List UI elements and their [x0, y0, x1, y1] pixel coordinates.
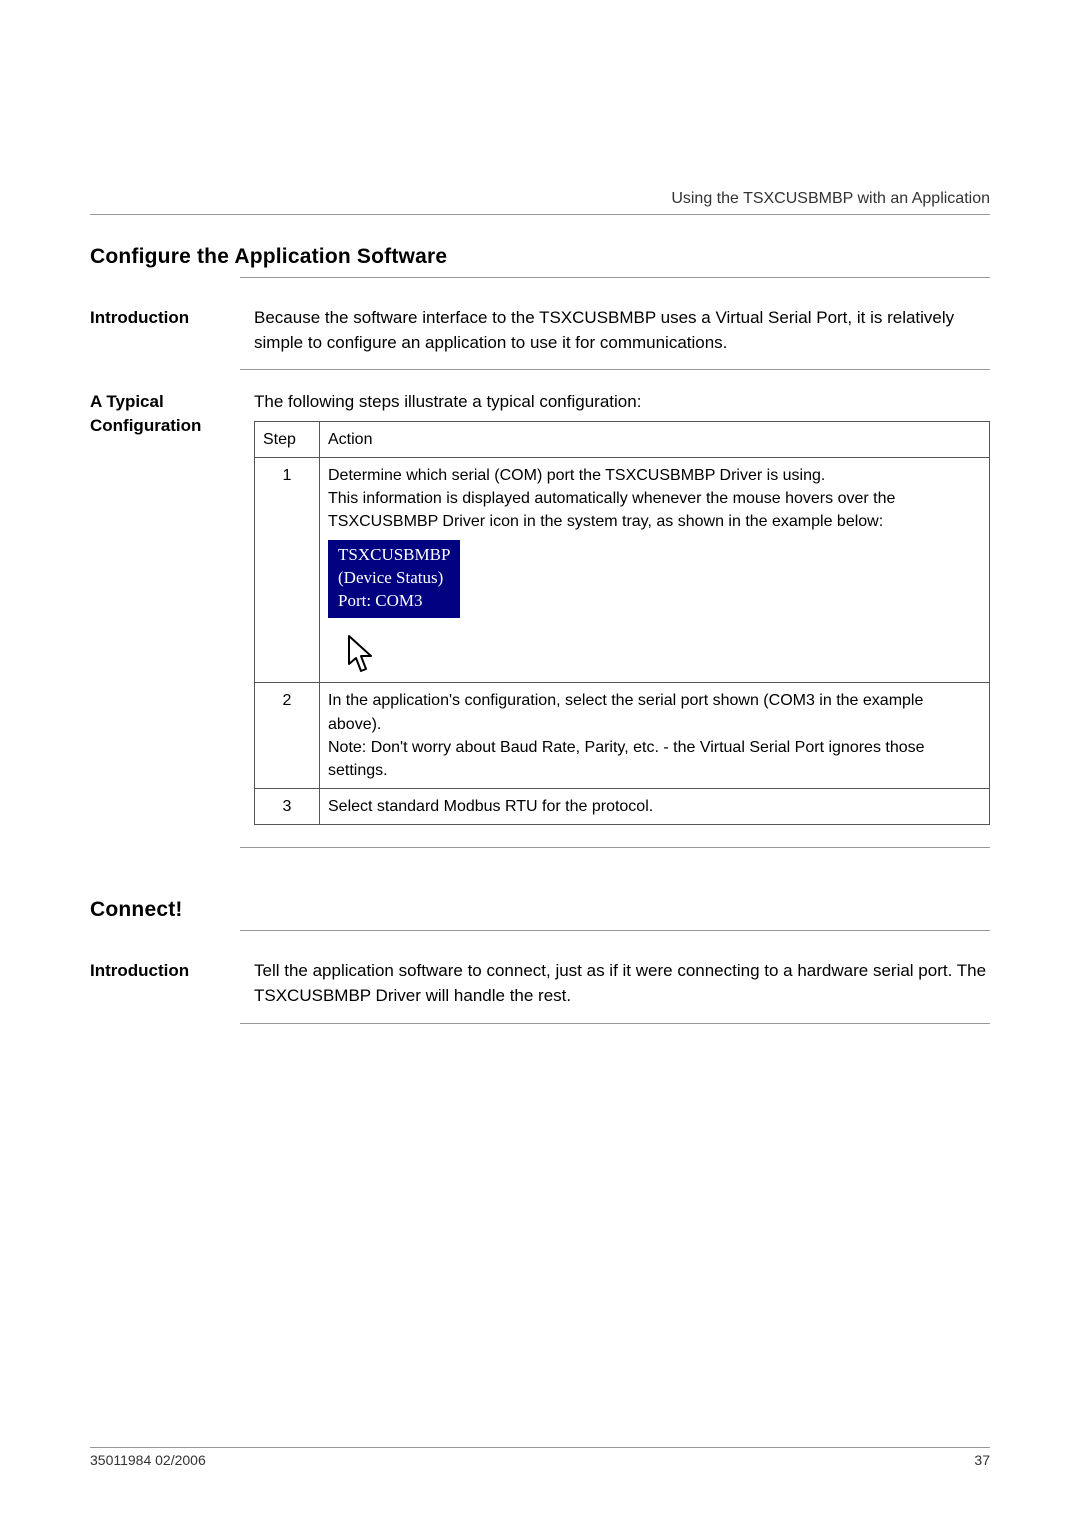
step-action: Determine which serial (COM) port the TS… [320, 458, 990, 683]
running-header: Using the TSXCUSBMBP with an Application [90, 190, 990, 208]
footer-rule [90, 1447, 990, 1448]
tooltip-box: TSXCUSBMBP (Device Status) Port: COM3 [328, 540, 460, 619]
col-action: Action [320, 421, 990, 457]
tooltip-l3: Port: COM3 [338, 590, 450, 613]
step1-line2: This information is displayed automatica… [328, 487, 981, 533]
footer-row: 35011984 02/2006 37 [90, 1452, 990, 1468]
rule-wrap [240, 1023, 990, 1024]
section1-indent [240, 277, 990, 278]
cursor-icon [346, 634, 380, 676]
rule-wrap [240, 930, 990, 931]
rule [240, 930, 990, 931]
rule [240, 1023, 990, 1024]
section1-intro-row: Introduction Because the software interf… [90, 306, 990, 355]
step-action: Select standard Modbus RTU for the proto… [320, 789, 990, 825]
steps-table: Step Action 1 Determine which serial (CO… [254, 421, 990, 826]
step2-line2: Note: Don't worry about Baud Rate, Parit… [328, 736, 981, 782]
rule [240, 369, 990, 370]
step-action: In the application's configuration, sele… [320, 683, 990, 789]
section2-intro-row: Introduction Tell the application softwa… [90, 959, 990, 1008]
table-row: 2 In the application's configuration, se… [255, 683, 990, 789]
table-header-row: Step Action [255, 421, 990, 457]
step1-line1: Determine which serial (COM) port the TS… [328, 464, 981, 487]
page: Using the TSXCUSBMBP with an Application… [0, 0, 1080, 1528]
config-body: The following steps illustrate a typical… [254, 390, 990, 825]
doc-id: 35011984 02/2006 [90, 1452, 206, 1468]
page-number: 37 [974, 1452, 990, 1468]
rule [240, 277, 990, 278]
intro-text: Because the software interface to the TS… [254, 306, 990, 355]
tooltip-l1: TSXCUSBMBP [338, 544, 450, 567]
table-row: 1 Determine which serial (COM) port the … [255, 458, 990, 683]
section1-title: Configure the Application Software [90, 245, 990, 269]
section1-config-row: A Typical Configuration The following st… [90, 390, 990, 825]
header-rule [90, 214, 990, 215]
step-num: 2 [255, 683, 320, 789]
rule-wrap [240, 847, 990, 848]
table-row: 3 Select standard Modbus RTU for the pro… [255, 789, 990, 825]
rule-wrap [240, 369, 990, 370]
config-label: A Typical Configuration [90, 390, 254, 438]
tooltip-l2: (Device Status) [338, 567, 450, 590]
intro-text: Tell the application software to connect… [254, 959, 990, 1008]
table-wrap: Step Action 1 Determine which serial (CO… [254, 421, 990, 826]
step-num: 3 [255, 789, 320, 825]
step2-line1: In the application's configuration, sele… [328, 689, 981, 735]
rule [240, 847, 990, 848]
config-lead: The following steps illustrate a typical… [254, 390, 990, 415]
col-step: Step [255, 421, 320, 457]
footer: 35011984 02/2006 37 [90, 1447, 990, 1468]
section2-title: Connect! [90, 898, 990, 922]
step-num: 1 [255, 458, 320, 683]
intro-label: Introduction [90, 959, 254, 983]
intro-label: Introduction [90, 306, 254, 330]
